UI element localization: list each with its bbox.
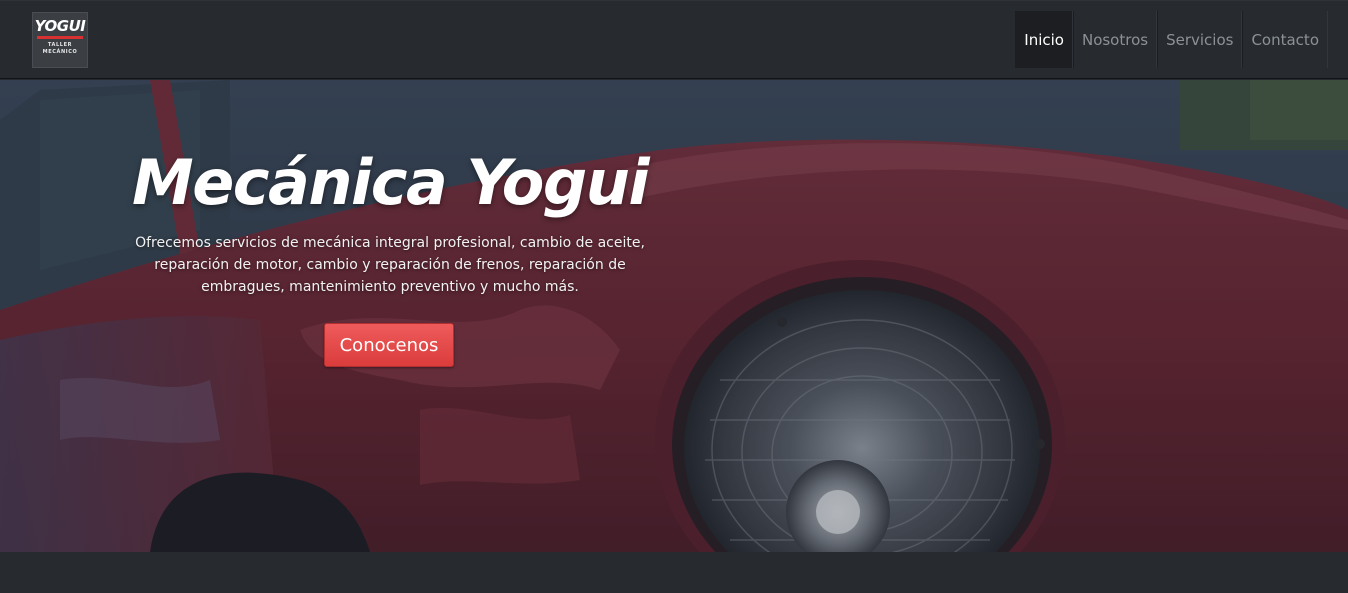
nav-item-inicio[interactable]: Inicio (1015, 11, 1073, 68)
section-divider-band (0, 552, 1348, 593)
conocenos-button[interactable]: Conocenos (324, 323, 454, 367)
hero-title: Mecánica Yogui (132, 146, 650, 219)
navbar: YOGUI TALLER MECÁNICO Inicio Nosotros Se… (0, 0, 1348, 79)
logo-subtitle-line1: TALLER (47, 42, 73, 48)
nav-item-servicios[interactable]: Servicios (1157, 11, 1243, 68)
logo-wordmark: YOGUI (34, 17, 86, 35)
nav-item-contacto[interactable]: Contacto (1242, 11, 1328, 68)
logo-accent-bar (37, 36, 83, 39)
hero-section: Mecánica Yogui Ofrecemos servicios de me… (0, 80, 1348, 552)
brand-logo[interactable]: YOGUI TALLER MECÁNICO (32, 12, 88, 68)
nav-menu: Inicio Nosotros Servicios Contacto (1015, 11, 1328, 68)
logo-subtitle-line2: MECÁNICO (42, 49, 78, 55)
nav-item-nosotros[interactable]: Nosotros (1072, 11, 1158, 68)
hero-description: Ofrecemos servicios de mecánica integral… (135, 235, 645, 295)
